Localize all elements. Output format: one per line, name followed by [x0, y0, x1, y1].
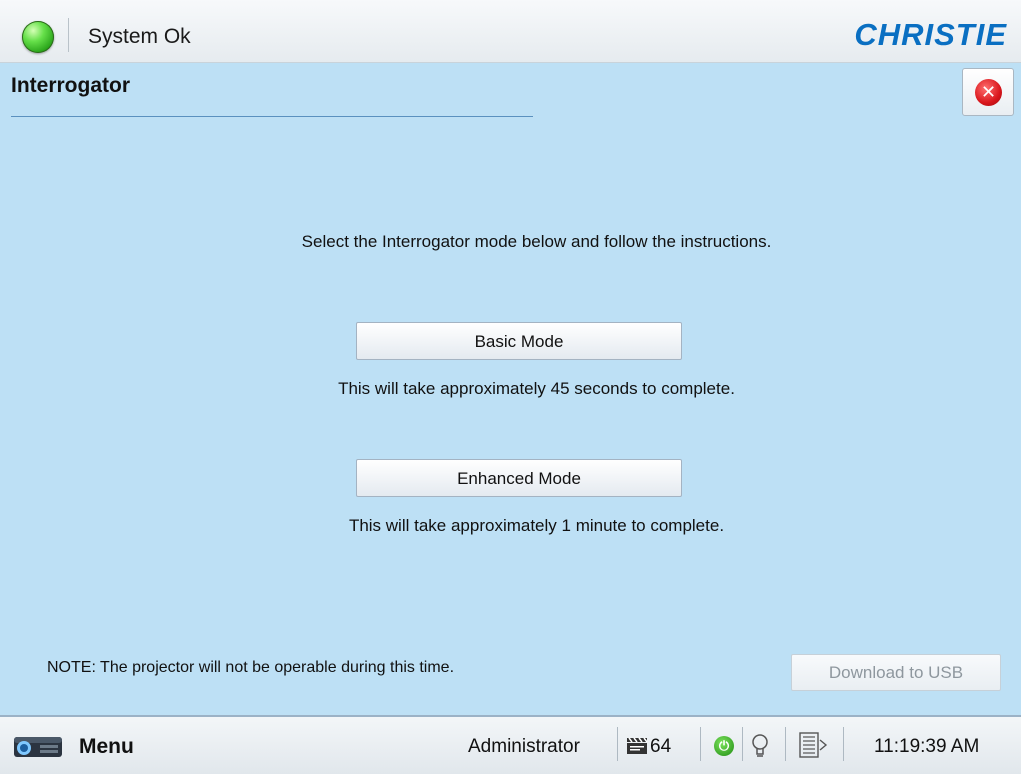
user-label[interactable]: Administrator [468, 736, 580, 758]
power-icon[interactable]: ⏻ [714, 736, 734, 756]
projector-icon [14, 737, 62, 757]
brand-logo: CHRISTIE [854, 17, 1007, 52]
enhanced-mode-note: This will take approximately 1 minute to… [348, 516, 725, 535]
divider [617, 727, 618, 761]
divider [700, 727, 701, 761]
close-button[interactable]: ✕ [962, 68, 1014, 116]
menu-button[interactable]: Menu [10, 725, 150, 767]
divider [785, 727, 786, 761]
clock-time: 11:19:39 AM [874, 736, 980, 757]
close-icon: ✕ [975, 79, 1002, 106]
dowser-icon[interactable] [794, 730, 828, 760]
slate-icon [627, 737, 648, 754]
basic-mode-button[interactable]: Basic Mode [356, 322, 682, 360]
bottom-taskbar: Menu Administrator 64 ⏻ 11:19:39 AM [0, 715, 1021, 774]
enhanced-mode-button[interactable]: Enhanced Mode [356, 459, 682, 497]
divider [742, 727, 743, 761]
system-status-text[interactable]: System Ok [88, 25, 191, 49]
operability-note: NOTE: The projector will not be operable… [47, 659, 455, 676]
page-title: Interrogator [11, 74, 131, 97]
channel-number[interactable]: 64 [650, 736, 671, 758]
divider [843, 727, 844, 761]
instruction-text: Select the Interrogator mode below and f… [301, 232, 772, 251]
lamp-icon[interactable] [750, 733, 770, 759]
divider [68, 18, 69, 52]
top-status-bar: System Ok CHRISTIE [0, 0, 1021, 63]
download-to-usb-button[interactable]: Download to USB [791, 654, 1001, 691]
basic-mode-note: This will take approximately 45 seconds … [338, 379, 735, 398]
status-indicator-icon[interactable] [22, 21, 54, 53]
menu-label: Menu [79, 735, 134, 758]
title-divider [11, 116, 533, 117]
